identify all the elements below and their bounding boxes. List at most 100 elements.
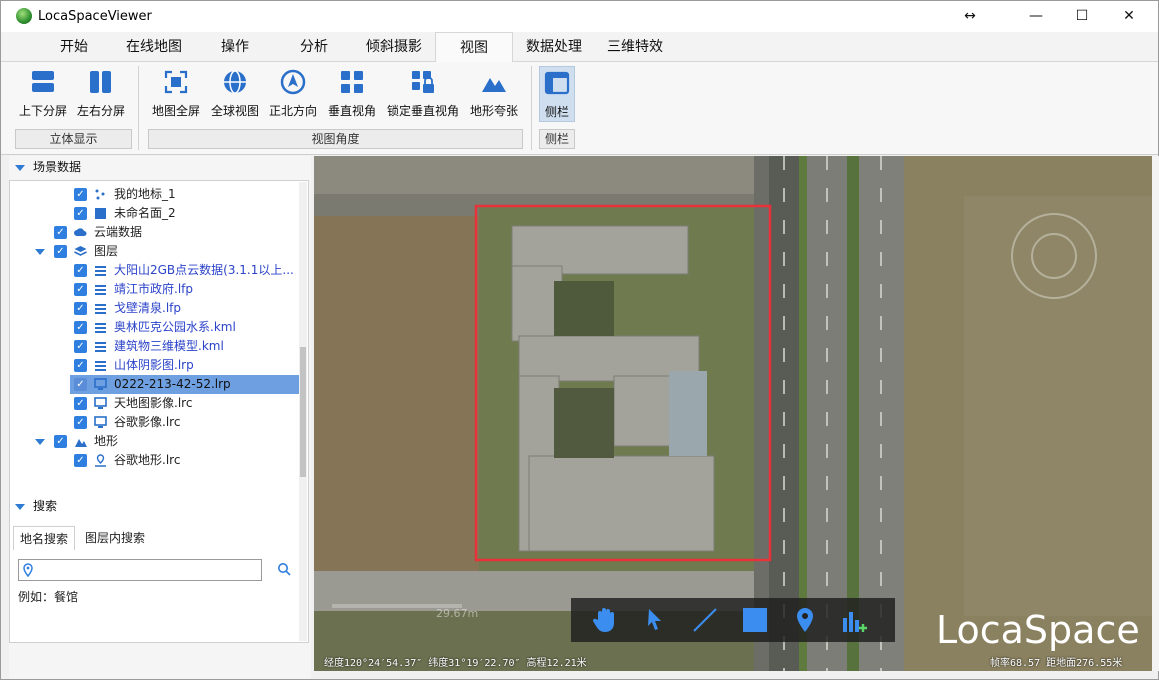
scene-data-header[interactable]: 场景数据 xyxy=(9,156,311,178)
split-vertical-button[interactable]: 左右分屏 xyxy=(72,66,130,122)
checkbox-checked-icon[interactable]: ✓ xyxy=(74,378,87,391)
lock-view-icon xyxy=(412,71,434,93)
tab-view[interactable]: 视图 xyxy=(435,32,513,63)
tab-operate[interactable]: 操作 xyxy=(206,32,264,62)
tree-item-layer[interactable]: ✓ 天地图影像.lrc xyxy=(10,394,300,413)
tab-layer-search[interactable]: 图层内搜索 xyxy=(79,526,151,550)
search-icon[interactable] xyxy=(277,562,291,576)
ribbon-separator xyxy=(138,66,139,150)
tree-item-layer[interactable]: ✓ 山体阴影图.lrp xyxy=(10,356,300,375)
grid-view-icon xyxy=(341,71,363,93)
tree-item-layers[interactable]: ✓ 图层 xyxy=(10,242,300,261)
tree-item-label: 靖江市政府.lfp xyxy=(114,282,193,296)
tree-item-layer[interactable]: ✓ 奥林匹克公园水系.kml xyxy=(10,318,300,337)
pointer-icon[interactable] xyxy=(638,606,670,634)
checkbox-checked-icon[interactable]: ✓ xyxy=(74,321,87,334)
sidebar-toggle-button[interactable]: 侧栏 xyxy=(539,66,575,122)
search-hint: 例如：餐馆 xyxy=(18,590,79,604)
global-view-label: 全球视图 xyxy=(210,104,259,118)
north-direction-label: 正北方向 xyxy=(268,104,317,118)
checkbox-checked-icon[interactable]: ✓ xyxy=(54,226,67,239)
tree-item-label: 云端数据 xyxy=(94,225,143,239)
tree-item-layer[interactable]: ✓ 建筑物三维模型.kml xyxy=(10,337,300,356)
vertical-view-label: 垂直视角 xyxy=(327,104,376,118)
terrain-exaggeration-button[interactable]: 地形夸张 xyxy=(465,66,523,122)
scene-data-title: 场景数据 xyxy=(33,160,82,174)
expand-arrow-icon[interactable] xyxy=(35,439,45,445)
pin-icon[interactable] xyxy=(789,606,821,634)
expand-arrow-icon[interactable] xyxy=(35,249,45,255)
restore-icon[interactable]: ↔ xyxy=(947,1,993,31)
checkbox-checked-icon[interactable]: ✓ xyxy=(74,359,87,372)
tab-3d-effects[interactable]: 三维特效 xyxy=(598,32,672,62)
tab-analysis[interactable]: 分析 xyxy=(285,32,343,62)
checkbox-checked-icon[interactable]: ✓ xyxy=(54,435,67,448)
tree-item-layer[interactable]: ✓ 靖江市政府.lfp xyxy=(10,280,300,299)
tree-item-label: 大阳山2GB点云数据(3.1.1以上... xyxy=(114,263,294,277)
sidebar-toggle-label: 侧栏 xyxy=(544,105,569,119)
global-view-button[interactable]: 全球视图 xyxy=(206,66,264,122)
tree-item-cloud[interactable]: ✓ 云端数据 xyxy=(10,223,300,242)
tab-data-processing[interactable]: 数据处理 xyxy=(517,32,591,62)
tree-item-label: 戈壁清泉.lfp xyxy=(114,301,181,315)
checkbox-checked-icon[interactable]: ✓ xyxy=(74,340,87,353)
tree-item-layer[interactable]: ✓ 戈壁清泉.lfp xyxy=(10,299,300,318)
vertical-view-button[interactable]: 垂直视角 xyxy=(323,66,381,122)
checkbox-checked-icon[interactable]: ✓ xyxy=(74,416,87,429)
maximize-button[interactable]: ☐ xyxy=(1059,1,1105,31)
polygon-tool-icon[interactable] xyxy=(739,606,771,634)
tree-item-label: 奥林匹克公园水系.kml xyxy=(114,320,236,334)
tree-item-label: 建筑物三维模型.kml xyxy=(114,339,224,353)
search-input[interactable] xyxy=(18,559,262,581)
split-horizontal-button[interactable]: 上下分屏 xyxy=(14,66,72,122)
tree-item-layer[interactable]: ✓ 谷歌影像.lrc xyxy=(10,413,300,432)
scale-label: 29.67m xyxy=(436,607,479,620)
tree-item-label: 未命名面_2 xyxy=(114,206,176,220)
tab-start[interactable]: 开始 xyxy=(45,32,103,62)
tree-item-layer[interactable]: ✓ 谷歌地形.lrc xyxy=(10,451,300,470)
checkbox-checked-icon[interactable]: ✓ xyxy=(74,188,87,201)
lock-vertical-view-button[interactable]: 锁定垂直视角 xyxy=(386,66,460,122)
minimize-button[interactable]: — xyxy=(1013,1,1059,31)
hand-icon[interactable] xyxy=(589,606,621,634)
search-title: 搜索 xyxy=(33,499,58,513)
checkbox-checked-icon[interactable]: ✓ xyxy=(74,397,87,410)
checkbox-checked-icon[interactable]: ✓ xyxy=(74,207,87,220)
placemark-icon xyxy=(95,189,105,200)
north-direction-button[interactable]: 正北方向 xyxy=(264,66,322,122)
tab-place-search[interactable]: 地名搜索 xyxy=(13,526,76,550)
ribbon-separator xyxy=(531,66,532,150)
map-view[interactable]: 29.67m LocaSpace 经度120°24′54.37″ 纬度31°19… xyxy=(314,156,1152,671)
tab-online-map[interactable]: 在线地图 xyxy=(117,32,191,62)
tree-item-placemark[interactable]: ✓ 我的地标_1 xyxy=(10,185,300,204)
tree-item-selected[interactable]: ✓ 0222-213-42-52.lrp xyxy=(70,375,300,394)
monitor-icon xyxy=(94,378,107,390)
tree-scrollbar[interactable] xyxy=(299,182,307,641)
tree-item-layer[interactable]: ✓ 大阳山2GB点云数据(3.1.1以上... xyxy=(10,261,300,280)
layer-list-icon xyxy=(95,285,106,295)
scrollbar-thumb[interactable] xyxy=(300,347,306,477)
north-arrow-icon xyxy=(280,69,306,95)
checkbox-checked-icon[interactable]: ✓ xyxy=(74,302,87,315)
close-button[interactable]: ✕ xyxy=(1106,1,1152,31)
tree-item-polygon[interactable]: ✓ 未命名面_2 xyxy=(10,204,300,223)
group-stereo-display: 立体显示 xyxy=(15,129,132,149)
layer-list-icon xyxy=(95,342,106,352)
search-header[interactable]: 搜索 xyxy=(9,495,311,517)
app-logo-icon xyxy=(16,8,32,24)
tree-item-label: 地形 xyxy=(94,434,119,448)
tab-oblique[interactable]: 倾斜摄影 xyxy=(357,32,431,62)
tree-item-label: 天地图影像.lrc xyxy=(114,396,193,410)
tree-item-terrain[interactable]: ✓ 地形 xyxy=(10,432,300,451)
checkbox-checked-icon[interactable]: ✓ xyxy=(54,245,67,258)
tree-item-label: 山体阴影图.lrp xyxy=(114,358,194,372)
checkbox-checked-icon[interactable]: ✓ xyxy=(74,283,87,296)
checkbox-checked-icon[interactable]: ✓ xyxy=(74,454,87,467)
map-fullscreen-button[interactable]: 地图全屏 xyxy=(147,66,205,122)
terrain-small-icon xyxy=(75,439,87,447)
split-vertical-icon xyxy=(90,71,111,93)
checkbox-checked-icon[interactable]: ✓ xyxy=(74,264,87,277)
line-icon[interactable] xyxy=(689,606,721,634)
chart-add-icon[interactable] xyxy=(839,606,871,634)
polygon-icon xyxy=(95,208,106,219)
